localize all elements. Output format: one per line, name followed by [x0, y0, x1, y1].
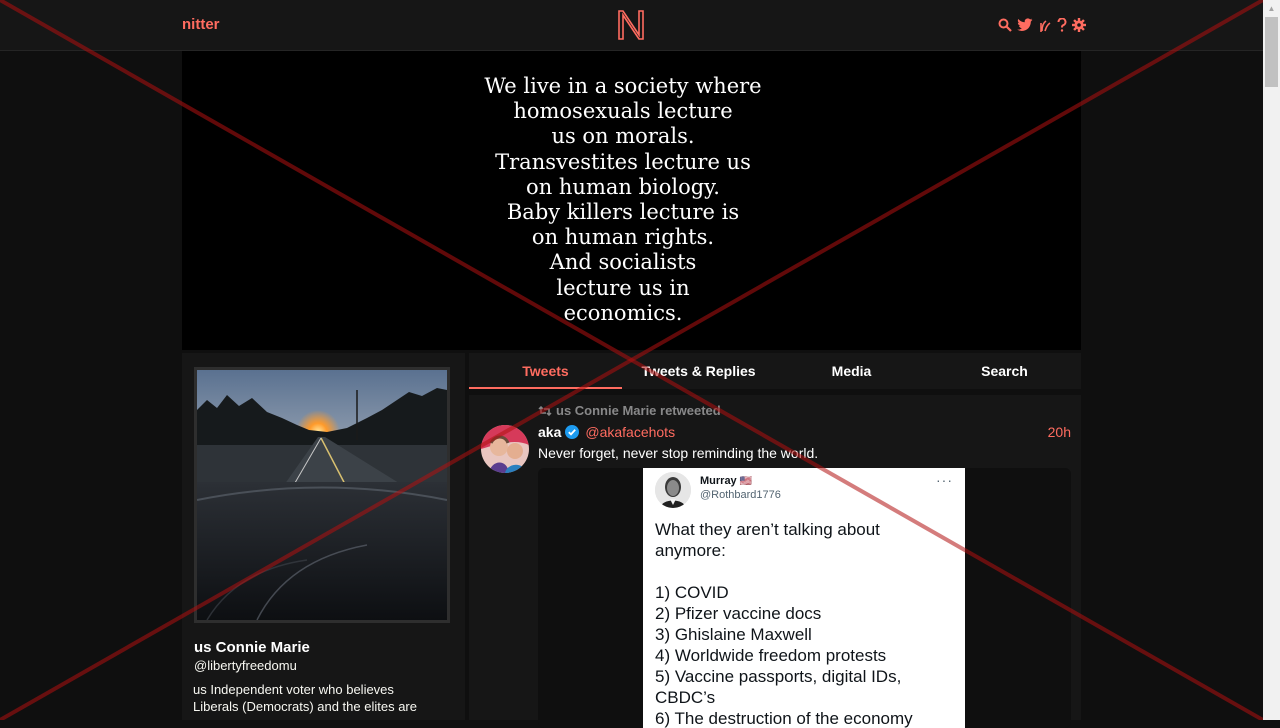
- profile-banner[interactable]: We live in a society where homosexuals l…: [182, 51, 1081, 350]
- profile-fullname[interactable]: us Connie Marie: [194, 639, 310, 656]
- embedded-handle: @Rothbard1776: [700, 489, 781, 501]
- scroll-thumb[interactable]: [1265, 17, 1278, 87]
- embedded-line: What they aren’t talking about: [655, 520, 880, 539]
- banner-line: lecture us in: [556, 275, 690, 300]
- embedded-line: 2) Pfizer vaccine docs: [655, 604, 822, 623]
- embedded-line: 1) COVID: [655, 583, 729, 602]
- embedded-name: Murray 🇺🇸: [700, 475, 752, 487]
- embedded-line: CBDC’s: [655, 688, 716, 707]
- retweet-label[interactable]: us Connie Marie retweeted: [556, 403, 721, 418]
- embedded-line: [655, 561, 955, 582]
- embedded-avatar: [655, 472, 691, 508]
- tab-tweets[interactable]: Tweets: [469, 353, 622, 389]
- profile-card: us Connie Marie @libertyfreedomu us Inde…: [182, 353, 465, 720]
- banner-line: Transvestites lecture us: [495, 149, 751, 174]
- embedded-line: 5) Vaccine passports, digital IDs,: [655, 667, 902, 686]
- us-flag-icon: 🇺🇸: [739, 476, 753, 487]
- page-scrollbar[interactable]: ▲: [1263, 0, 1280, 720]
- banner-line: economics.: [563, 300, 683, 325]
- tweet-date[interactable]: 20h: [1048, 424, 1071, 440]
- nav-icons: [998, 15, 1086, 35]
- banner-line: homosexuals lecture: [513, 99, 733, 124]
- profile-bio: us Independent voter who believes Libera…: [193, 681, 451, 715]
- tweet-image-attachment[interactable]: Murray 🇺🇸 @Rothbard1776 ··· What they ar…: [538, 468, 1071, 728]
- tweet-author-avatar[interactable]: [481, 425, 529, 473]
- timeline: us Connie Marie retweeted aka @akafaceho…: [469, 395, 1081, 728]
- bio-line: us Independent voter who believes: [193, 682, 394, 697]
- timeline-tabs: Tweets Tweets & Replies Media Search: [469, 353, 1081, 389]
- more-options-icon: ···: [936, 472, 953, 488]
- top-navbar: nitter: [0, 0, 1263, 51]
- retweet-header: us Connie Marie retweeted: [538, 403, 721, 418]
- tweet-text: Never forget, never stop reminding the w…: [538, 445, 819, 461]
- embedded-line: 3) Ghislaine Maxwell: [655, 625, 812, 644]
- twitter-bird-icon[interactable]: [1017, 18, 1033, 32]
- banner-quote: We live in a society where homosexuals l…: [182, 74, 1064, 326]
- search-icon[interactable]: [998, 18, 1012, 32]
- rss-icon[interactable]: [1038, 18, 1052, 32]
- profile-avatar[interactable]: [194, 367, 450, 623]
- tab-media[interactable]: Media: [775, 353, 928, 389]
- embedded-text: What they aren’t talking about anymore: …: [655, 519, 955, 728]
- bio-line: Liberals (Democrats) and the elites are: [193, 699, 417, 714]
- profile-username[interactable]: @libertyfreedomu: [194, 658, 297, 673]
- banner-line: And socialists: [549, 250, 697, 275]
- scroll-up-arrow-icon[interactable]: ▲: [1263, 0, 1280, 17]
- help-icon[interactable]: [1057, 18, 1067, 32]
- retweet-icon: [538, 405, 552, 416]
- banner-line: us on morals.: [551, 124, 695, 149]
- tweet-username[interactable]: @akafacehots: [585, 424, 675, 440]
- banner-line: Baby killers lecture is: [506, 200, 740, 225]
- verified-badge-icon: [565, 425, 580, 439]
- embedded-name-text: Murray: [700, 475, 737, 487]
- nitter-home-link[interactable]: nitter: [182, 16, 220, 33]
- embedded-line: 4) Worldwide freedom protests: [655, 646, 887, 665]
- tweet-header: aka @akafacehots 20h: [538, 423, 1071, 441]
- embedded-tweet-screenshot: Murray 🇺🇸 @Rothbard1776 ··· What they ar…: [643, 468, 965, 728]
- banner-line: We live in a society where: [484, 74, 762, 98]
- banner-line: on human biology.: [526, 174, 720, 199]
- embedded-line: 6) The destruction of the economy: [655, 709, 913, 728]
- tweet-fullname[interactable]: aka: [538, 424, 561, 440]
- tab-tweets-replies[interactable]: Tweets & Replies: [622, 353, 775, 389]
- tab-search[interactable]: Search: [928, 353, 1081, 389]
- embedded-line: anymore:: [655, 541, 726, 560]
- settings-icon[interactable]: [1072, 18, 1086, 32]
- banner-line: on human rights.: [531, 225, 715, 250]
- nitter-logo-icon[interactable]: [616, 9, 646, 41]
